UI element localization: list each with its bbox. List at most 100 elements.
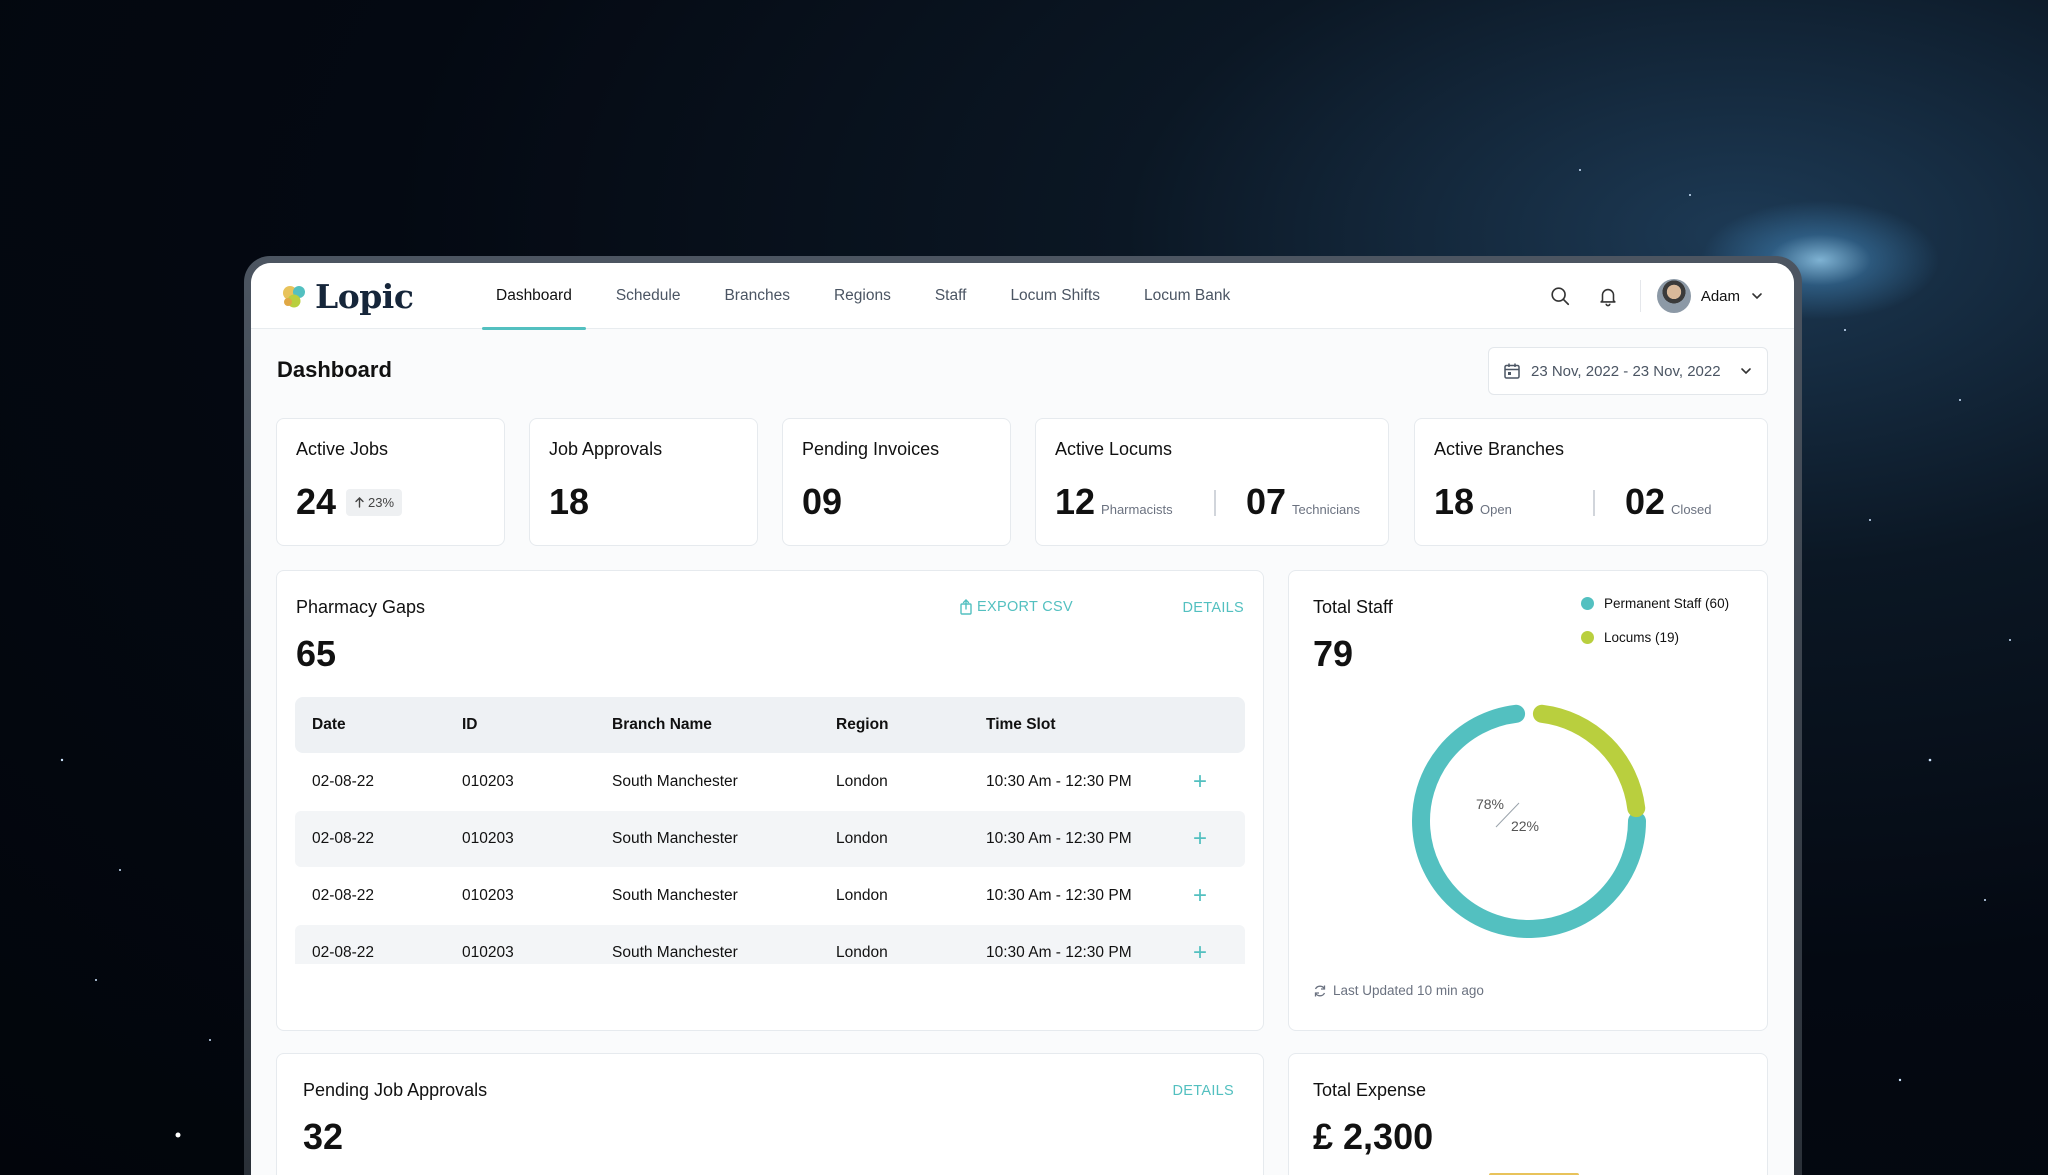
legend-swatch (1581, 631, 1594, 644)
stat-value: 18 (549, 481, 590, 522)
staff-donut-chart: 78% 22% (1412, 704, 1646, 938)
add-icon[interactable]: + (1193, 868, 1207, 924)
nav-item-label: Schedule (615, 287, 681, 304)
donut-percent-label-permanent: 78% (1476, 796, 1504, 812)
pending-job-approvals-details-link[interactable]: DETAILS (1173, 1083, 1234, 1099)
nav-item-regions[interactable]: Regions (820, 263, 905, 329)
stat-divider (1214, 490, 1216, 516)
add-icon[interactable]: + (1193, 811, 1207, 867)
donut-percent-label-locums: 22% (1511, 818, 1539, 834)
search-button[interactable] (1542, 278, 1578, 314)
stat-title: Active Branches (1434, 439, 1565, 459)
total-expense-card: Total Expense £ 2,300 (1288, 1053, 1768, 1175)
stat-title: Active Jobs (296, 439, 389, 459)
pending-job-approvals-card: Pending Job Approvals 32 DETAILS (276, 1053, 1264, 1175)
nav-item-locum-shifts[interactable]: Locum Shifts (996, 263, 1114, 329)
total-staff-title: Total Staff (1313, 597, 1393, 617)
nav-item-schedule[interactable]: Schedule (602, 263, 695, 329)
total-expense-title: Total Expense (1313, 1080, 1427, 1100)
stat-value: 09 (802, 481, 843, 522)
nav-divider (1639, 280, 1641, 312)
nav-item-staff[interactable]: Staff (921, 263, 981, 329)
chevron-down-icon (1752, 293, 1762, 300)
user-name: Adam (1700, 287, 1740, 305)
stat-value-technicians: 07 (1246, 481, 1287, 522)
stat-divider (1593, 490, 1595, 516)
trend-value: 23% (368, 494, 395, 510)
table-row[interactable]: 02-08-22 010203 South Manchester London … (295, 925, 1245, 964)
cell-time-slot: 10:30 Am - 12:30 PM (986, 887, 1132, 904)
nav-actions: Adam (1530, 263, 1764, 329)
arrow-up-icon (355, 497, 364, 508)
stat-value: 24 (296, 481, 337, 522)
pharmacy-gaps-card: Pharmacy Gaps 65 EXPORT CSV DETAILS Date… (276, 570, 1264, 1031)
cell-region: London (836, 773, 888, 790)
calendar-icon (1504, 363, 1520, 379)
search-icon (1551, 287, 1569, 306)
nav-item-branches[interactable]: Branches (710, 263, 803, 329)
stat-card-active-jobs[interactable]: Active Jobs 24 23% (276, 418, 505, 546)
cell-region: London (836, 944, 888, 961)
cell-time-slot: 10:30 Am - 12:30 PM (986, 830, 1132, 847)
user-menu[interactable]: Adam (1656, 279, 1764, 313)
logo-icon (283, 285, 305, 307)
brand-name: Lopic (315, 277, 414, 316)
legend-item-locums: Locums (19) (1581, 630, 1679, 645)
legend-swatch (1581, 597, 1594, 610)
stat-label-closed: Closed (1671, 502, 1712, 517)
cell-id: 010203 (462, 944, 514, 961)
table-row[interactable]: 02-08-22 010203 South Manchester London … (295, 811, 1245, 867)
cell-id: 010203 (462, 830, 514, 847)
cell-date: 02-08-22 (312, 830, 375, 847)
total-expense-value: £ 2,300 (1313, 1116, 1434, 1157)
cell-date: 02-08-22 (312, 773, 375, 790)
nav-item-label: Locum Shifts (1010, 287, 1101, 304)
add-icon[interactable]: + (1193, 925, 1207, 964)
date-range-picker[interactable]: 23 Nov, 2022 - 23 Nov, 2022 (1488, 347, 1768, 395)
total-staff-card: Total Staff 79 Permanent Staff (60) Locu… (1288, 570, 1768, 1031)
last-updated-label: Last Updated 10 min ago (1333, 983, 1484, 998)
add-icon[interactable]: + (1193, 754, 1207, 810)
stat-title: Job Approvals (549, 439, 663, 459)
nav-item-label: Staff (934, 287, 967, 304)
cell-date: 02-08-22 (312, 944, 375, 961)
table-row[interactable]: 02-08-22 010203 South Manchester London … (295, 868, 1245, 924)
stat-label-technicians: Technicians (1292, 502, 1360, 517)
donut-segment-locums (1532, 704, 1646, 818)
table-row[interactable]: 02-08-22 010203 South Manchester London … (295, 754, 1245, 810)
stat-value-closed: 02 (1625, 481, 1666, 522)
stat-label-open: Open (1480, 502, 1512, 517)
trend-badge: 23% (346, 488, 403, 516)
stat-title: Active Locums (1055, 439, 1173, 459)
legend-item-permanent-staff: Permanent Staff (60) (1581, 596, 1729, 611)
nav-menu: Dashboard Schedule Branches Regions Staf… (482, 263, 1260, 330)
stat-value-pharmacists: 12 (1055, 481, 1096, 522)
legend-label: Permanent Staff (60) (1604, 596, 1730, 611)
notifications-button[interactable] (1590, 278, 1626, 314)
cell-branch-name: South Manchester (612, 944, 738, 961)
cell-id: 010203 (462, 887, 514, 904)
nav-item-label: Dashboard (496, 287, 572, 304)
stat-card-job-approvals[interactable]: Job Approvals 18 (529, 418, 758, 546)
stat-card-active-branches[interactable]: Active Branches 18 Open 02 Closed (1414, 418, 1768, 546)
nav-item-dashboard[interactable]: Dashboard (482, 263, 586, 330)
cell-date: 02-08-22 (312, 887, 375, 904)
stat-card-pending-invoices[interactable]: Pending Invoices 09 (782, 418, 1011, 546)
stat-card-active-locums[interactable]: Active Locums 12 Pharmacists 07 Technici… (1035, 418, 1389, 546)
page-title: Dashboard (277, 357, 392, 382)
date-range-value: 23 Nov, 2022 - 23 Nov, 2022 (1531, 362, 1721, 380)
brand-logo[interactable]: Lopic (279, 277, 414, 316)
pending-job-approvals-title: Pending Job Approvals (303, 1080, 488, 1100)
stat-title: Pending Invoices (802, 439, 940, 459)
cell-branch-name: South Manchester (612, 887, 738, 904)
stat-value-open: 18 (1434, 481, 1475, 522)
cell-region: London (836, 830, 888, 847)
nav-item-locum-bank[interactable]: Locum Bank (1130, 263, 1244, 329)
nav-item-label: Regions (833, 287, 891, 304)
cell-time-slot: 10:30 Am - 12:30 PM (986, 773, 1132, 790)
refresh-icon[interactable] (1313, 984, 1327, 998)
cell-branch-name: South Manchester (612, 830, 738, 847)
chevron-down-icon (1741, 368, 1751, 375)
bell-icon (1600, 288, 1616, 307)
stat-label-pharmacists: Pharmacists (1101, 502, 1173, 517)
